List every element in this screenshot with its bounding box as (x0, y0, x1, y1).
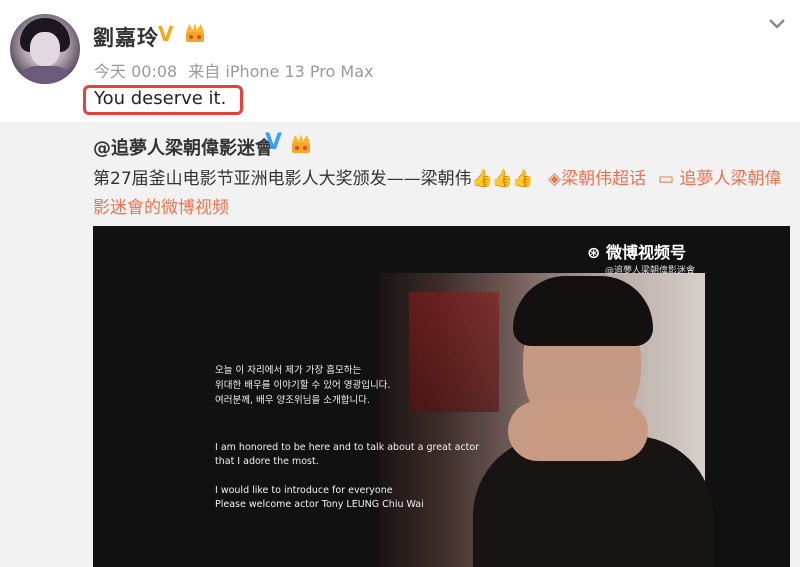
post-header: 劉嘉玲 V 今天 00:08 来自 iPhone 13 Pro Max You … (0, 0, 800, 122)
subtitle-english-2: I would like to introduce for everyone P… (215, 484, 424, 512)
verified-badge-icon: V (158, 22, 174, 46)
weibo-video-watermark: ⊛ 微博视频号 (587, 239, 686, 263)
chevron-down-icon[interactable] (766, 12, 788, 34)
subtitle-line: 위대한 배우를 이야기할 수 있어 영광입니다. (215, 380, 391, 391)
video-link-continued[interactable]: 影迷會的微博视频 (93, 193, 229, 218)
author-name[interactable]: 劉嘉玲 (93, 22, 159, 52)
subtitle-line: 오늘 이 자리에서 제가 가장 흠모하는 (215, 365, 362, 376)
watermark-logo-text: 微博视频号 (605, 243, 686, 262)
subtitle-line: Please welcome actor Tony LEUNG Chiu Wai (215, 499, 424, 510)
thumbs-up-icon: 👍👍👍 (471, 169, 534, 189)
video-link[interactable]: ▭ 追夢人梁朝偉 (658, 164, 781, 189)
subtitle-line: that I adore the most. (215, 456, 319, 467)
subtitle-line: I am honored to be here and to talk abou… (215, 442, 480, 453)
subtitle-korean: 오늘 이 자리에서 제가 가장 흠모하는 위대한 배우를 이야기할 수 있어 영… (215, 363, 390, 408)
crown-icon (186, 23, 204, 42)
topic-label: 梁朝伟超话 (561, 169, 647, 189)
watermark-sub: @追夢人梁朝偉影迷會 (605, 266, 696, 276)
repost-author[interactable]: @追夢人梁朝偉影迷會 (93, 134, 273, 160)
repost-text-content: 第27届釜山电影节亚洲电影人大奖颁发——梁朝伟 (93, 169, 472, 189)
crown-icon (292, 134, 310, 153)
weibo-logo-icon: ⊛ (587, 243, 601, 262)
video-icon: ▭ (658, 169, 675, 189)
post-meta: 今天 00:08 来自 iPhone 13 Pro Max (94, 58, 379, 82)
post-text: You deserve it. (94, 88, 227, 109)
avatar[interactable] (10, 14, 80, 84)
repost-text: 第27届釜山电影节亚洲电影人大奖颁发——梁朝伟👍👍👍 (93, 164, 534, 189)
repost-card[interactable]: @追夢人梁朝偉影迷會 V 第27届釜山电影节亚洲电影人大奖颁发——梁朝伟👍👍👍 … (0, 122, 800, 567)
topic-icon: ◈ (548, 169, 562, 189)
subtitle-english: I am honored to be here and to talk abou… (215, 441, 479, 469)
video-player[interactable]: ⊛ 微博视频号 @追夢人梁朝偉影迷會 오늘 이 자리에서 제가 가장 흠모하는 … (93, 226, 790, 567)
post-source: 来自 iPhone 13 Pro Max (188, 62, 374, 81)
subtitle-line: 여러분께, 배우 양조위님을 소개합니다. (215, 395, 370, 406)
post-time: 今天 00:08 (94, 62, 178, 81)
video-link-label: 追夢人梁朝偉 (679, 169, 782, 189)
subtitle-line: I would like to introduce for everyone (215, 485, 393, 496)
verified-badge-icon: V (265, 130, 283, 155)
topic-link[interactable]: ◈梁朝伟超话 (548, 164, 646, 189)
